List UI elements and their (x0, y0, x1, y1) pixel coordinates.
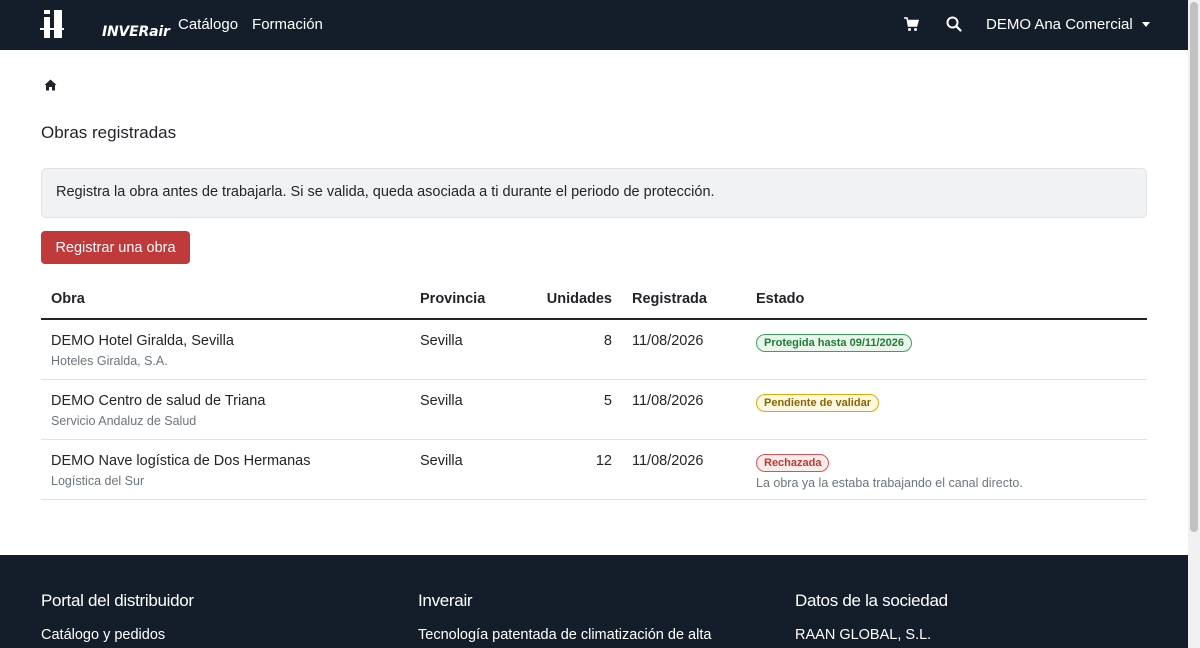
cell-unidades: 8 (510, 319, 622, 380)
table-row[interactable]: DEMO Hotel Giralda, Sevilla Hoteles Gira… (41, 319, 1147, 380)
header-unidades[interactable]: Unidades (510, 280, 622, 320)
obra-client: Hoteles Giralda, S.A. (51, 354, 168, 368)
page-scrollbar[interactable] (1188, 0, 1200, 648)
footer-title: Portal del distribuidor (41, 591, 194, 610)
header-estado[interactable]: Estado (746, 280, 1147, 320)
cell-provincia: Sevilla (410, 379, 510, 440)
cell-registrada: 11/08/2026 (622, 439, 746, 500)
cell-estado: Protegida hasta 09/11/2026 (746, 319, 1147, 380)
obra-name: DEMO Nave logística de Dos Hermanas (51, 452, 311, 469)
header-registrada[interactable]: Registrada (622, 280, 746, 320)
footer-text: RAAN GLOBAL, S.L. (795, 627, 932, 643)
rejection-reason: La obra ya la estaba trabajando el canal… (756, 475, 1023, 490)
page-title: Obras registradas (41, 123, 177, 142)
cell-obra: DEMO Centro de salud de Triana Servicio … (41, 379, 410, 440)
cell-unidades: 12 (510, 439, 622, 500)
brand-logo[interactable]: INVERair (40, 8, 170, 42)
home-icon[interactable] (44, 78, 57, 91)
cell-unidades: 5 (510, 379, 622, 440)
obras-table: Obra Provincia Unidades Registrada Estad… (41, 280, 1147, 500)
obra-client: Servicio Andaluz de Salud (51, 413, 197, 428)
cell-provincia: Sevilla (410, 439, 510, 500)
register-obra-button[interactable]: Registrar una obra (41, 231, 190, 264)
nav-link-formacion[interactable]: Formación (252, 16, 323, 33)
cell-provincia: Sevilla (410, 319, 510, 380)
table-row[interactable]: DEMO Centro de salud de Triana Servicio … (41, 379, 1147, 440)
cell-registrada: 11/08/2026 (622, 319, 746, 380)
cell-obra: DEMO Hotel Giralda, Sevilla Hoteles Gira… (41, 319, 410, 380)
footer-title: Datos de la sociedad (795, 591, 948, 610)
user-name: DEMO Ana Comercial (986, 16, 1133, 33)
footer-col-inverair: Inverair Tecnología patentada de climati… (418, 591, 711, 643)
table-row[interactable]: DEMO Nave logística de Dos Hermanas Logí… (41, 439, 1147, 500)
info-alert: Registra la obra antes de trabajarla. Si… (41, 168, 1147, 218)
footer-text: Tecnología patentada de climatización de… (418, 627, 712, 643)
brand-name: INVERair (102, 24, 170, 40)
footer-link-catalogo[interactable]: Catálogo y pedidos (41, 627, 194, 643)
nav-link-catalogo[interactable]: Catálogo (178, 16, 238, 33)
obra-name: DEMO Hotel Giralda, Sevilla (51, 333, 234, 349)
page-footer: Portal del distribuidor Catálogo y pedid… (0, 555, 1188, 648)
logo-mark-icon (40, 10, 64, 38)
cart-icon[interactable] (904, 17, 920, 32)
chevron-down-icon (1141, 22, 1150, 27)
cell-obra: DEMO Nave logística de Dos Hermanas Logí… (41, 439, 410, 500)
status-badge: Pendiente de validar (756, 393, 879, 412)
header-obra[interactable]: Obra (41, 280, 410, 320)
status-badge: Protegida hasta 09/11/2026 (756, 334, 913, 352)
header-provincia[interactable]: Provincia (410, 280, 510, 320)
main-nav: Catálogo Formación (178, 16, 323, 33)
user-menu[interactable]: DEMO Ana Comercial (986, 16, 1150, 33)
scrollbar-thumb[interactable] (1190, 2, 1198, 532)
cell-registrada: 11/08/2026 (622, 379, 746, 440)
obra-client: Logística del Sur (51, 473, 145, 488)
table-header-row: Obra Provincia Unidades Registrada Estad… (41, 280, 1147, 320)
footer-col-portal: Portal del distribuidor Catálogo y pedid… (41, 591, 194, 643)
status-badge: Rechazada (756, 453, 830, 472)
cell-estado: Pendiente de validar (746, 379, 1147, 440)
footer-col-sociedad: Datos de la sociedad RAAN GLOBAL, S.L. (795, 591, 948, 643)
footer-title: Inverair (418, 591, 473, 610)
search-icon[interactable] (946, 16, 962, 32)
top-navbar: INVERair Catálogo Formación DEMO Ana Com… (0, 0, 1188, 50)
obra-name: DEMO Centro de salud de Triana (51, 392, 266, 409)
cell-estado: Rechazada La obra ya la estaba trabajand… (746, 439, 1147, 500)
